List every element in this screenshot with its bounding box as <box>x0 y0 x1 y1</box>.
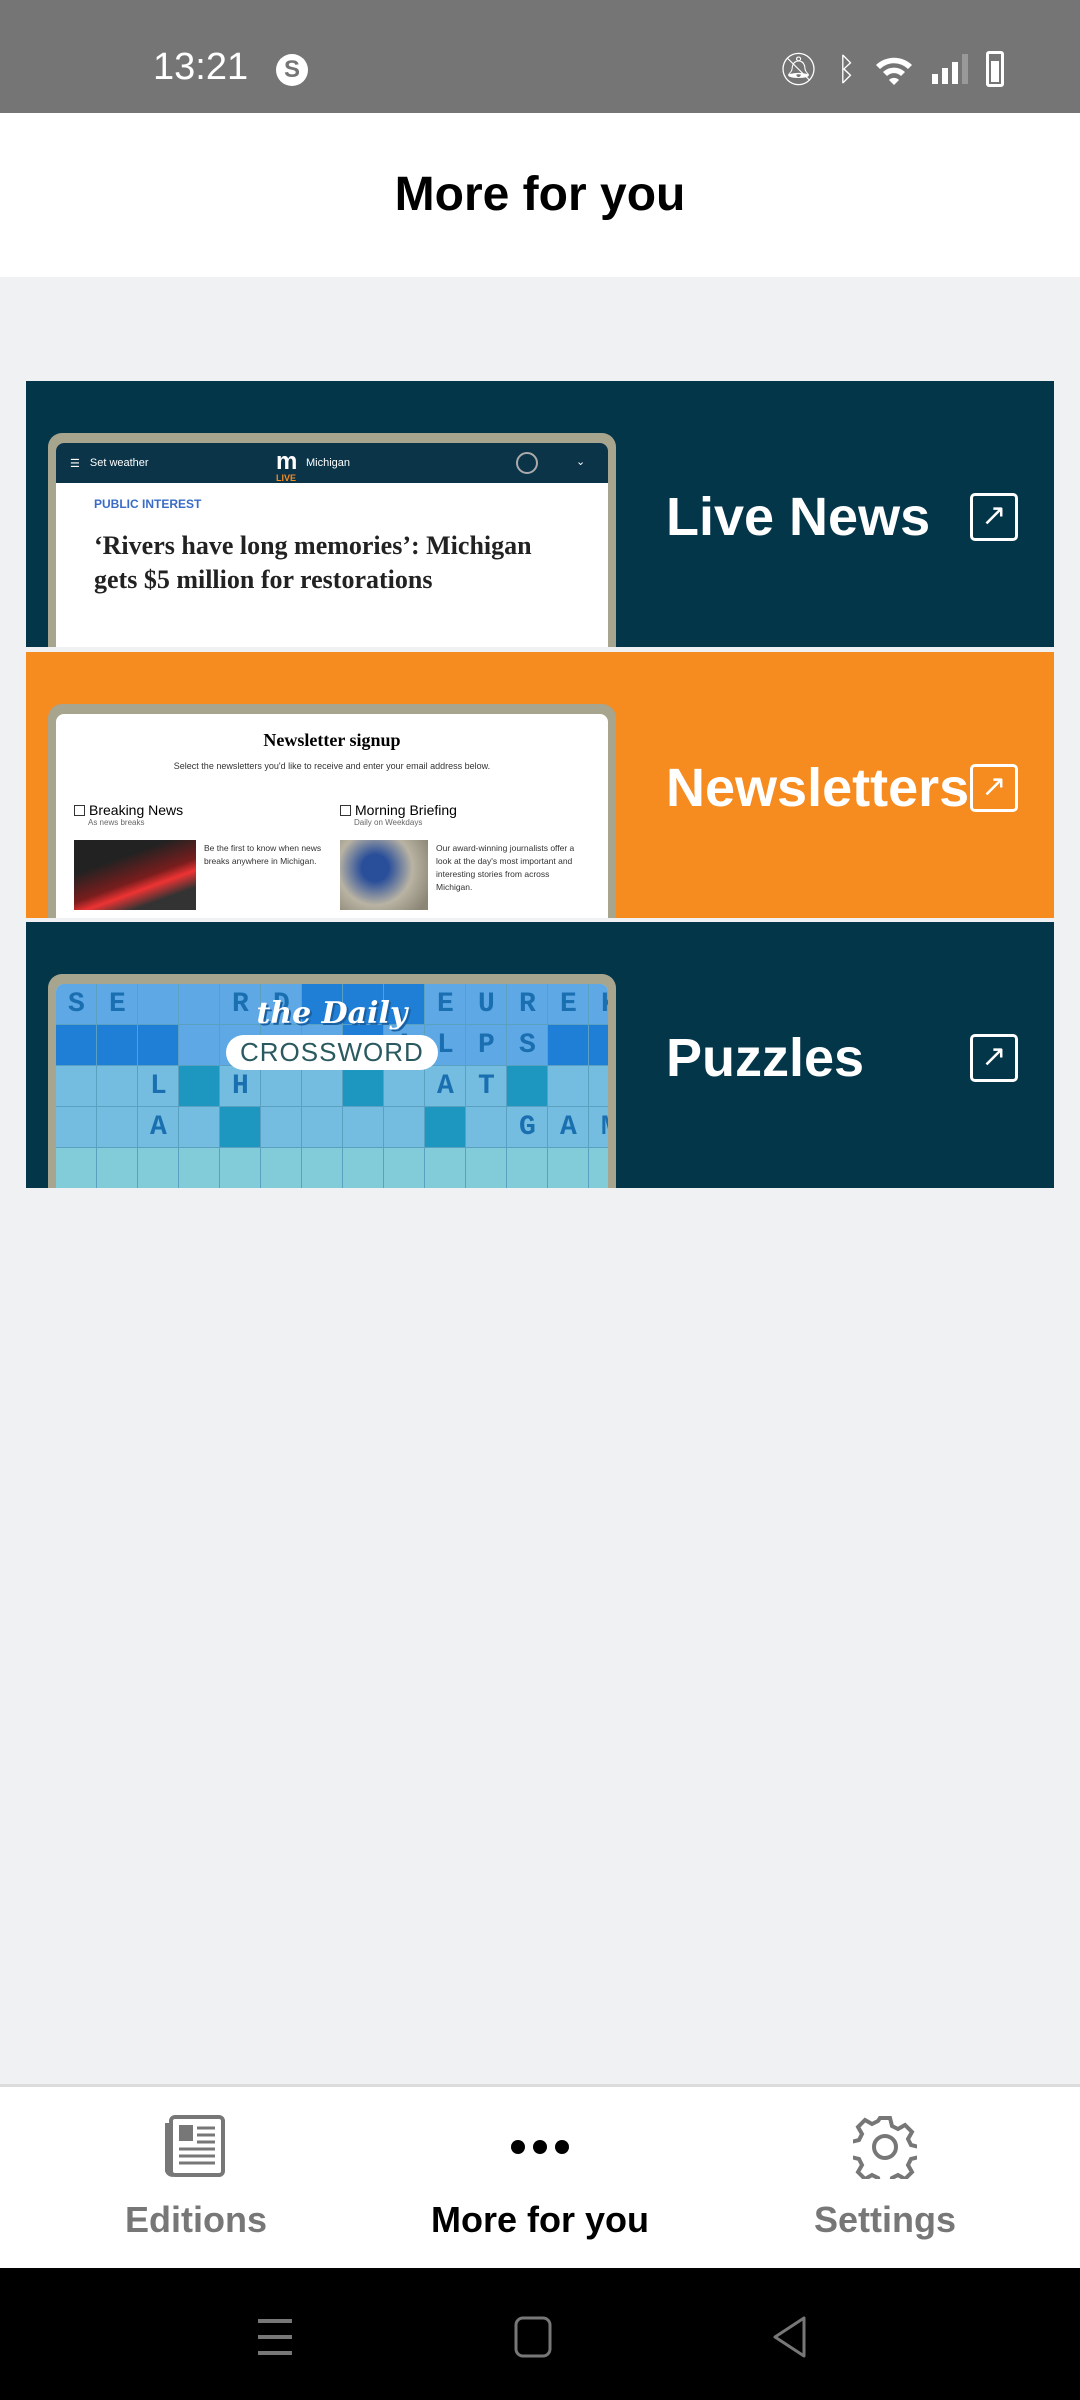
wifi-icon <box>876 57 912 85</box>
preview-subtitle: Select the newsletters you'd like to rec… <box>173 761 491 771</box>
card-puzzles[interactable]: SE RD EUREK ALPS L H AT A GAM the Daily … <box>26 922 1054 1188</box>
tab-settings[interactable]: Settings <box>705 2087 1065 2271</box>
checkbox <box>340 804 351 816</box>
status-time: 13:21 <box>153 46 249 88</box>
crossword-row: L H AT <box>68 1071 608 1102</box>
preview-headline: ‘Rivers have long memories’: Michigan ge… <box>94 531 532 594</box>
chevron-down-icon: ⌄ <box>576 456 586 468</box>
newsletters-preview: Newsletter signup Select the newsletters… <box>48 704 616 918</box>
external-link-icon: ↗ <box>970 764 1018 812</box>
crossword-row: A GAM <box>68 1112 608 1143</box>
system-nav-bar <box>0 2268 1080 2400</box>
preview-region: Michigan <box>306 457 351 469</box>
bluetooth-icon: ᛒ <box>836 50 856 87</box>
s-app-icon: S <box>276 54 308 86</box>
newsletter-item: Morning Briefing Daily on Weekdays Our a… <box>340 802 600 910</box>
card-live-news[interactable]: ☰ Set weather m LIVE Michigan ⌄ PUBLIC IN… <box>26 381 1054 647</box>
live-news-preview: ☰ Set weather m LIVE Michigan ⌄ PUBLIC IN… <box>48 433 616 647</box>
card-label: Puzzles <box>666 1028 865 1088</box>
more-dots-icon <box>511 2140 569 2154</box>
home-icon[interactable] <box>514 2316 552 2358</box>
mlive-logo: m LIVE <box>276 448 298 483</box>
battery-icon <box>986 51 1004 87</box>
puzzles-preview: SE RD EUREK ALPS L H AT A GAM the Daily … <box>48 974 616 1188</box>
user-icon <box>516 452 538 474</box>
page-header: More for you <box>0 113 1080 277</box>
preview-weather: Set weather <box>89 457 149 469</box>
newsletter-item: Breaking News As news breaks Be the firs… <box>74 802 334 910</box>
newspaper-icon <box>165 2115 225 2177</box>
external-link-icon: ↗ <box>970 493 1018 541</box>
preview-title: Newsletter signup <box>263 730 401 750</box>
back-icon[interactable] <box>772 2316 808 2358</box>
page-title: More for you <box>394 168 686 221</box>
card-label: Live News <box>666 487 931 547</box>
tab-label: More for you <box>430 2199 649 2240</box>
tab-label: Editions <box>125 2199 267 2240</box>
card-label: Newsletters <box>666 758 970 818</box>
tab-label: Settings <box>813 2199 956 2240</box>
menu-icon: ☰ <box>70 457 80 470</box>
crossword-row <box>56 1148 608 1188</box>
bell-off-icon: 🔕︎ <box>778 51 819 87</box>
signal-icon <box>932 54 968 84</box>
daily-crossword-logo: the Daily CROSSWORD <box>226 996 438 1070</box>
card-newsletters[interactable]: Newsletter signup Select the newsletters… <box>26 652 1054 918</box>
recents-icon[interactable] <box>256 2318 294 2356</box>
tab-more-for-you[interactable]: More for you <box>360 2087 720 2271</box>
gear-icon <box>853 2116 917 2179</box>
status-bar: 13:21 S 🔕︎ ᛒ <box>0 0 1080 113</box>
external-link-icon: ↗ <box>970 1034 1018 1082</box>
checkbox <box>74 804 85 816</box>
preview-kicker: PUBLIC INTEREST <box>94 497 202 511</box>
newsletter-image <box>74 840 196 910</box>
tab-editions[interactable]: Editions <box>16 2087 376 2271</box>
newsletter-image <box>340 840 428 910</box>
bottom-nav: Editions More for you Settings <box>0 2084 1080 2268</box>
